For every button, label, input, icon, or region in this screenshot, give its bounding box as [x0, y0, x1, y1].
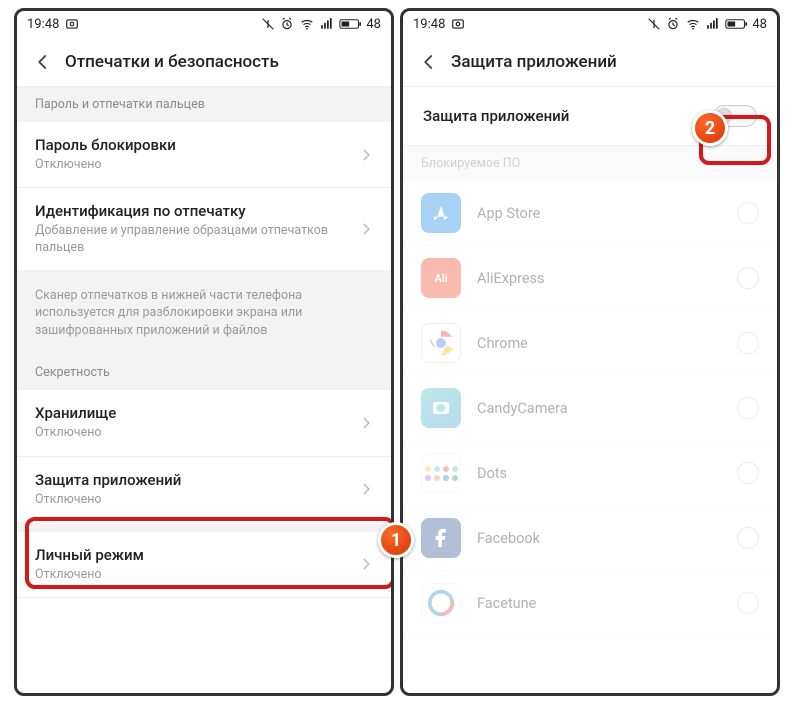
row-personal-mode[interactable]: Личный режим Отключено — [17, 532, 391, 598]
app-row[interactable]: Dots — [403, 441, 777, 506]
row-title: Пароль блокировки — [35, 136, 351, 154]
annotation-callout-2: 2 — [692, 110, 728, 146]
app-row[interactable]: Chrome — [403, 311, 777, 376]
row-sub: Отключено — [35, 157, 351, 173]
alarm-icon — [666, 17, 680, 31]
header: Защита приложений — [403, 37, 777, 87]
app-icon-facetune — [421, 583, 461, 623]
row-fingerprint-id[interactable]: Идентификация по отпечатку Добавление и … — [17, 188, 391, 271]
section-header-password: Пароль и отпечатки пальцев — [17, 87, 391, 122]
screenshot-icon — [65, 17, 79, 31]
app-row[interactable]: CandyCamera — [403, 376, 777, 441]
status-bar: 19:48 48 — [403, 11, 777, 37]
app-row[interactable]: App Store — [403, 181, 777, 246]
chevron-right-icon — [359, 477, 373, 501]
radio-unchecked[interactable] — [737, 267, 759, 289]
row-title: Идентификация по отпечатку — [35, 202, 351, 220]
status-bar: 19:48 48 — [17, 11, 391, 37]
app-name-label: AliExpress — [477, 270, 737, 287]
back-button[interactable] — [411, 44, 447, 80]
app-icon-fb — [421, 518, 461, 558]
signal-icon — [320, 17, 334, 31]
status-time: 19:48 — [27, 17, 59, 32]
row-lock-password[interactable]: Пароль блокировки Отключено — [17, 122, 391, 188]
section-header-privacy: Секретность — [17, 355, 391, 390]
app-icon-ali: Ali — [421, 258, 461, 298]
page-title: Защита приложений — [451, 52, 617, 72]
row-app-protection[interactable]: Защита приложений Отключено — [17, 457, 391, 522]
app-name-label: Chrome — [477, 335, 737, 352]
back-button[interactable] — [25, 44, 61, 80]
row-sub: Отключено — [35, 425, 351, 441]
app-row[interactable]: Facetune — [403, 571, 777, 636]
radio-unchecked[interactable] — [737, 202, 759, 224]
status-battery-pct: 48 — [752, 17, 767, 32]
app-name-label: App Store — [477, 205, 737, 222]
radio-unchecked[interactable] — [737, 527, 759, 549]
row-title: Хранилище — [35, 404, 351, 422]
row-title: Защита приложений — [35, 471, 351, 489]
row-sub: Отключено — [35, 567, 351, 583]
radio-unchecked[interactable] — [737, 592, 759, 614]
header: Отпечатки и безопасность — [17, 37, 391, 87]
status-time: 19:48 — [413, 17, 445, 32]
app-row[interactable]: Ali AliExpress — [403, 246, 777, 311]
chevron-right-icon — [359, 217, 373, 241]
row-sub: Отключено — [35, 492, 351, 508]
radio-unchecked[interactable] — [737, 397, 759, 419]
app-name-label: CandyCamera — [477, 400, 737, 417]
wifi-icon — [299, 17, 315, 31]
info-text-scanner: Сканер отпечатков в нижней части телефон… — [17, 271, 391, 356]
annotation-callout-1: 1 — [378, 522, 414, 558]
battery-icon — [725, 18, 747, 30]
app-row[interactable]: Facebook — [403, 506, 777, 571]
section-header-blocked: Блокируемое ПО — [403, 146, 777, 181]
page-title: Отпечатки и безопасность — [65, 52, 279, 72]
row-sub: Добавление и управление образцами отпеча… — [35, 223, 351, 256]
toggle-label: Защита приложений — [423, 107, 713, 125]
app-icon-candy — [421, 388, 461, 428]
row-title: Личный режим — [35, 546, 351, 564]
app-icon-appstore — [421, 193, 461, 233]
phone-frame-right: 19:48 48 Защита приложений Защита прилож… — [400, 8, 780, 696]
app-icon-chrome — [421, 323, 461, 363]
mute-icon — [647, 17, 661, 31]
chevron-right-icon — [359, 143, 373, 167]
chevron-right-icon — [359, 411, 373, 435]
battery-icon — [339, 18, 361, 30]
radio-unchecked[interactable] — [737, 332, 759, 354]
status-battery-pct: 48 — [366, 17, 381, 32]
wifi-icon — [685, 17, 701, 31]
dimmed-app-list: Блокируемое ПО App Store Ali AliExpress Chr… — [403, 146, 777, 636]
radio-unchecked[interactable] — [737, 462, 759, 484]
app-icon-dots — [421, 453, 461, 493]
signal-icon — [706, 17, 720, 31]
app-name-label: Facetune — [477, 595, 737, 612]
screenshot-icon — [451, 17, 465, 31]
row-storage[interactable]: Хранилище Отключено — [17, 390, 391, 456]
mute-icon — [261, 17, 275, 31]
app-name-label: Dots — [477, 465, 737, 482]
app-name-label: Facebook — [477, 530, 737, 547]
alarm-icon — [280, 17, 294, 31]
phone-frame-left: 19:48 48 Отпечатки и безопасность Пароль… — [14, 8, 394, 696]
chevron-right-icon — [359, 552, 373, 576]
